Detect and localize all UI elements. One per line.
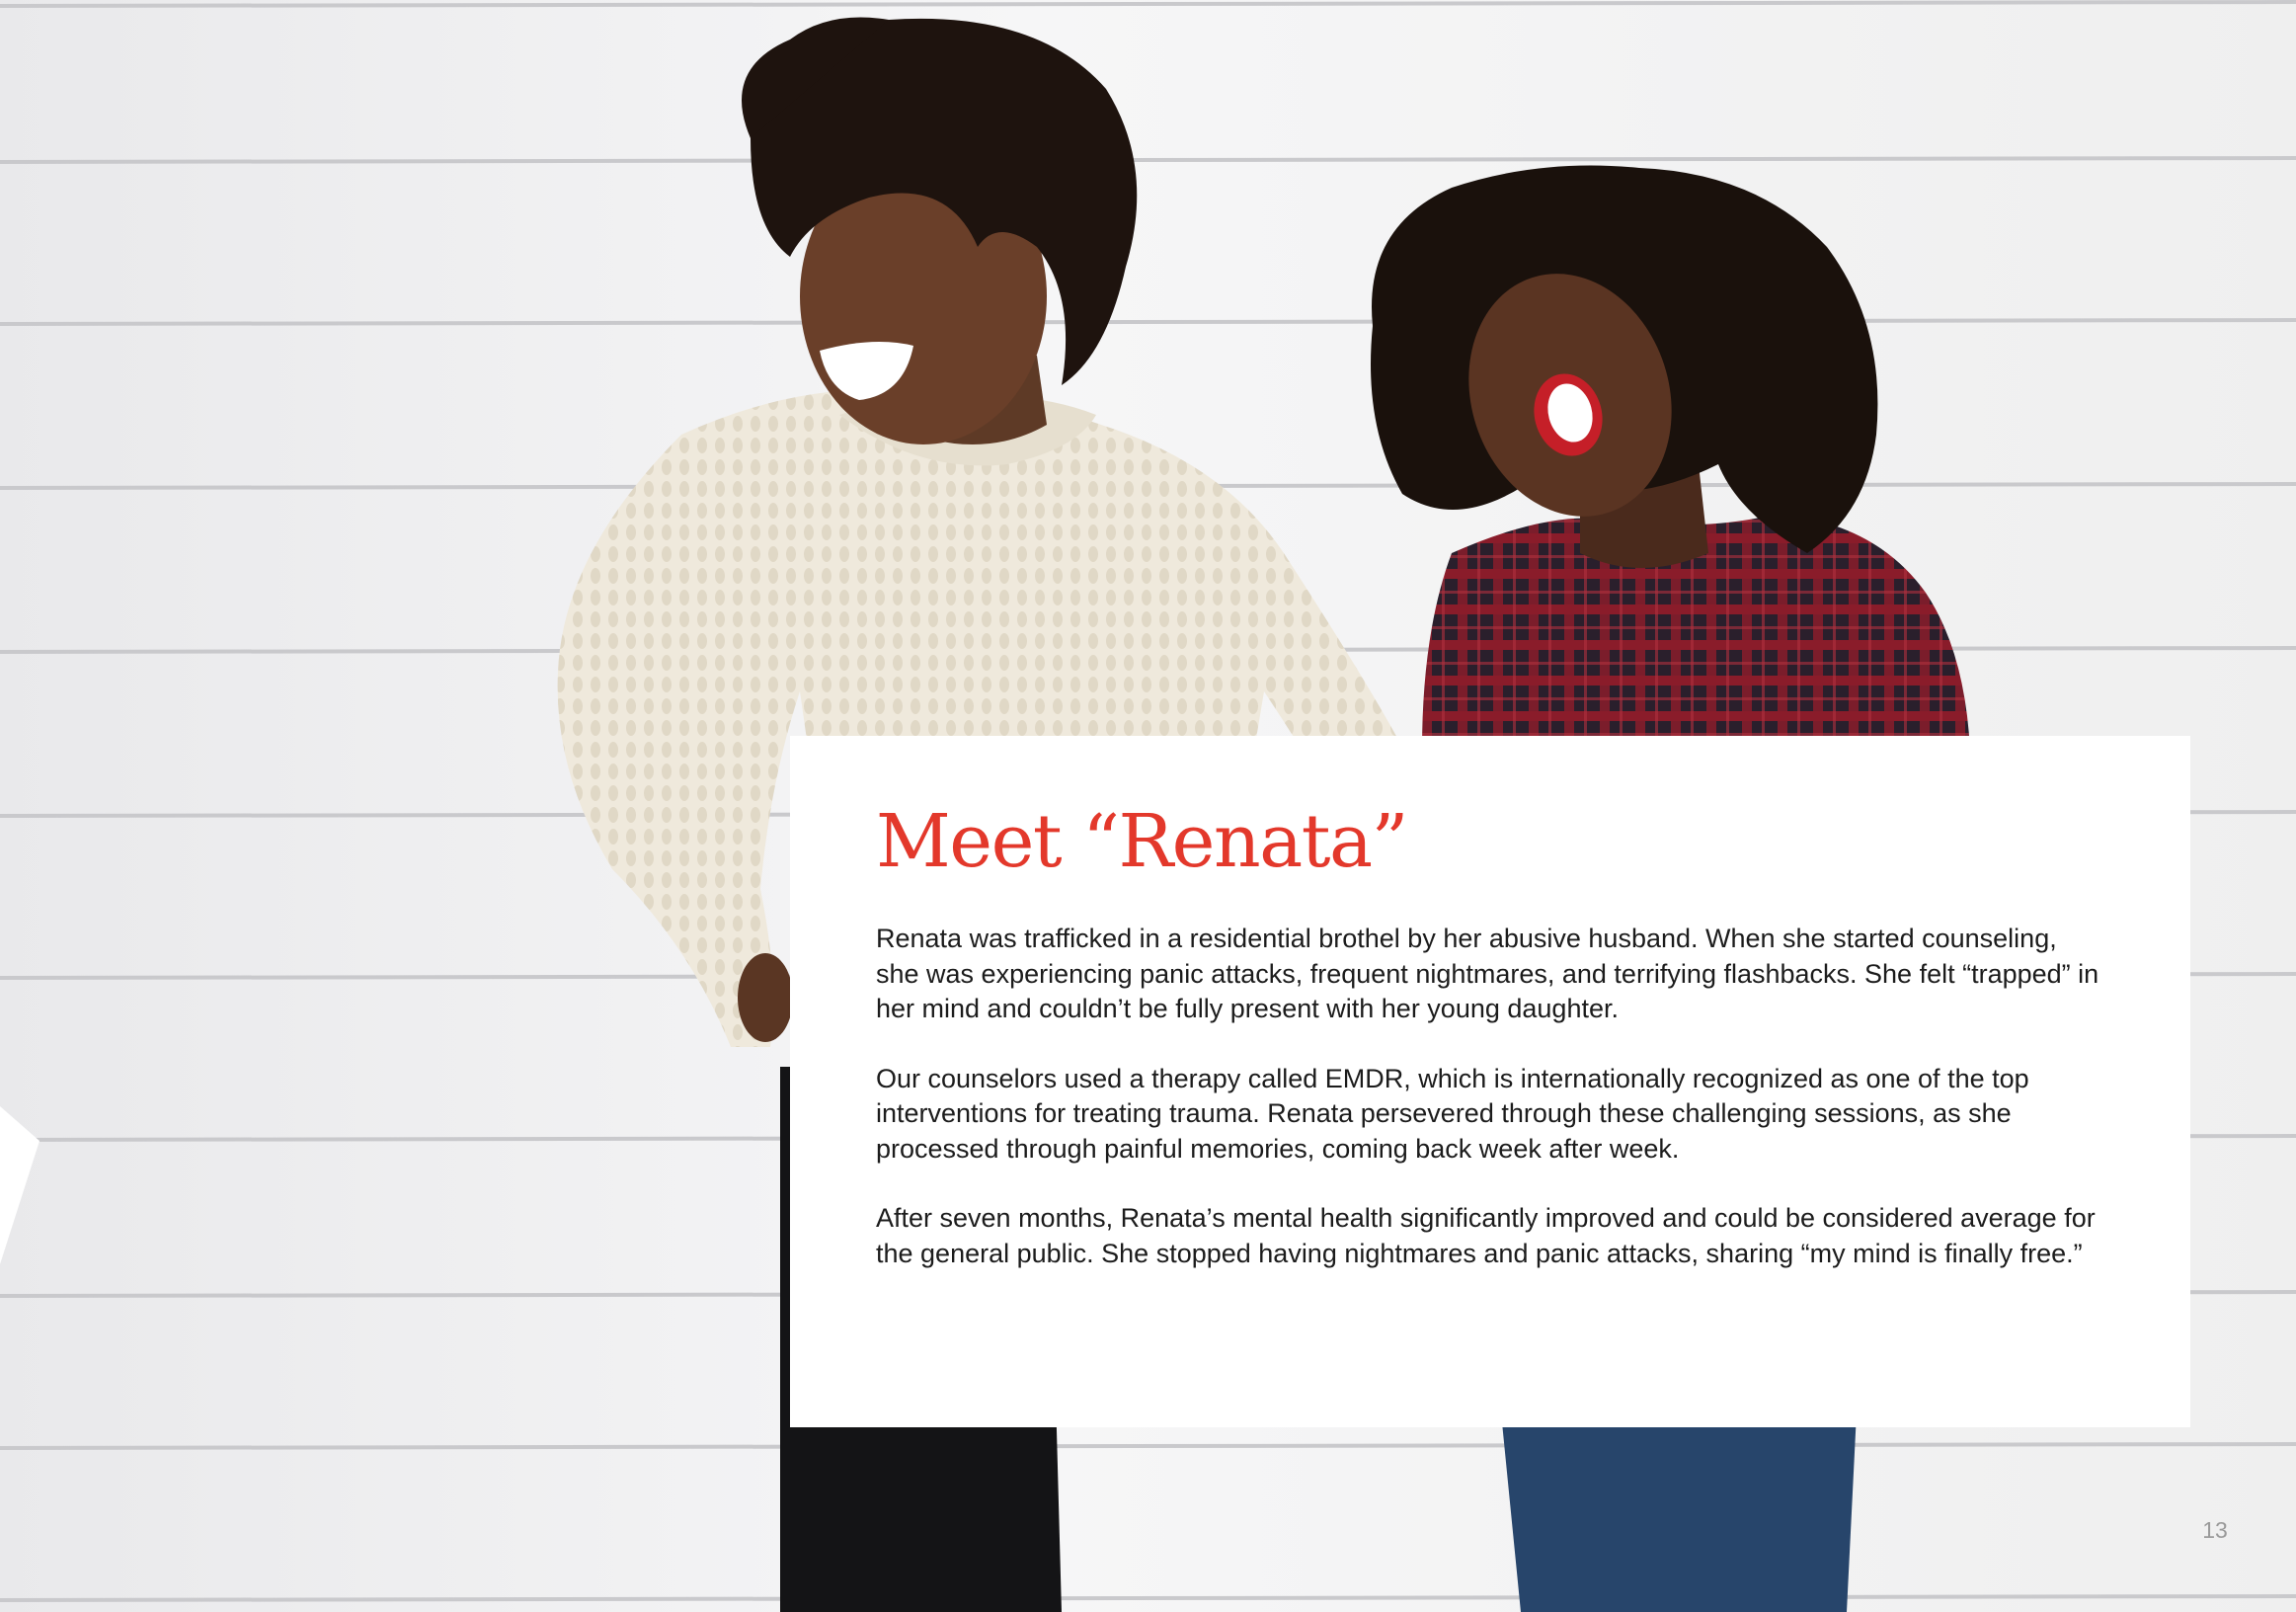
story-paragraph-2: Our counselors used a therapy called EMD… bbox=[876, 1063, 2029, 1164]
story-paragraph-1: Renata was trafficked in a residential b… bbox=[876, 924, 2099, 1023]
story-paragraph-3: After seven months, Renata’s mental heal… bbox=[876, 1203, 2096, 1268]
story-title: Meet “Renata” bbox=[876, 799, 1408, 884]
story-card: Meet “Renata” Renata was trafficked in a… bbox=[790, 736, 2190, 1427]
page-number: 13 bbox=[2202, 1517, 2228, 1543]
